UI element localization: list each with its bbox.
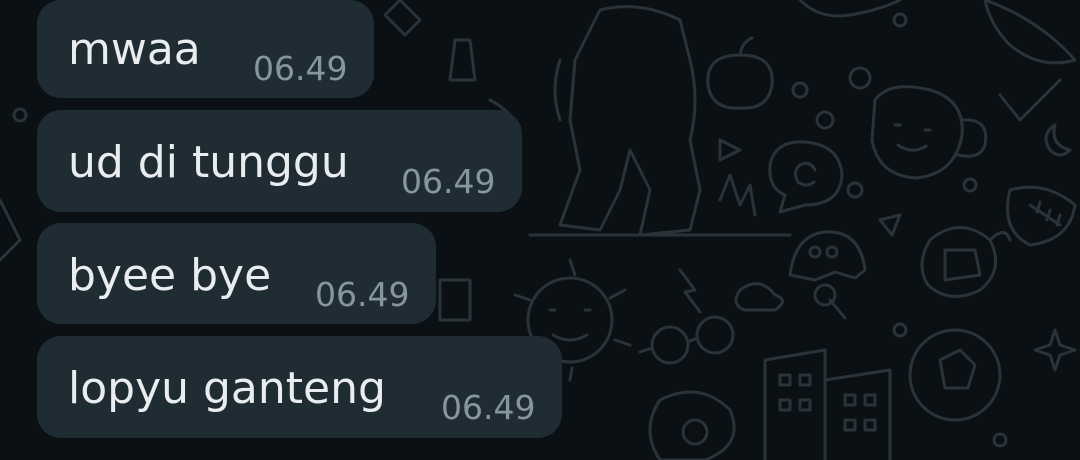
- message-bubble[interactable]: ud di tunggu 06.49: [37, 110, 522, 212]
- message-timestamp: 06.49: [401, 162, 496, 201]
- message-timestamp: 06.49: [315, 275, 410, 314]
- message-text: ud di tunggu: [68, 137, 349, 188]
- chat-message-list: mwaa 06.49 ud di tunggu 06.49 byee bye 0…: [0, 0, 1080, 460]
- message-text: byee bye: [68, 250, 272, 301]
- message-bubble[interactable]: mwaa 06.49: [37, 0, 374, 98]
- message-text: lopyu ganteng: [68, 363, 386, 414]
- message-text: mwaa: [68, 24, 201, 75]
- message-bubble[interactable]: lopyu ganteng 06.49: [37, 336, 562, 438]
- message-timestamp: 06.49: [253, 49, 348, 88]
- message-bubble[interactable]: byee bye 06.49: [37, 223, 436, 324]
- message-timestamp: 06.49: [441, 388, 536, 427]
